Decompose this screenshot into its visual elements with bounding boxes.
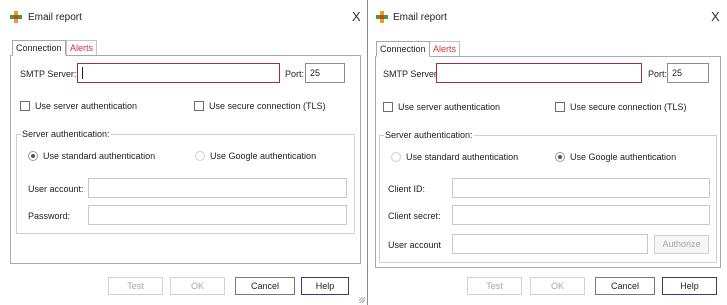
google-auth-label: Use Google authentication bbox=[210, 151, 317, 161]
help-button[interactable]: Help bbox=[301, 277, 349, 295]
standard-auth-label: Use standard authentication bbox=[43, 151, 156, 161]
tls-checkbox-label: Use secure connection (TLS) bbox=[209, 101, 326, 111]
window-title: Email report bbox=[393, 12, 447, 23]
google-auth-radio[interactable] bbox=[555, 152, 565, 162]
window-title: Email report bbox=[28, 12, 82, 23]
server-auth-group-title: Server authentication: bbox=[21, 129, 111, 139]
test-button[interactable]: Test bbox=[467, 277, 522, 295]
standard-auth-radio[interactable] bbox=[28, 151, 38, 161]
user-account-input[interactable] bbox=[88, 178, 347, 198]
text-caret bbox=[82, 67, 83, 79]
client-secret-label: Client secret: bbox=[388, 211, 441, 221]
standard-auth-label: Use standard authentication bbox=[406, 152, 519, 162]
title-bar: Email report X bbox=[0, 0, 367, 36]
email-report-dialog-right: Email report X Connection Alerts SMTP Se… bbox=[369, 0, 727, 305]
google-auth-label: Use Google authentication bbox=[570, 152, 677, 162]
tab-connection[interactable]: Connection bbox=[12, 40, 66, 56]
tls-checkbox-label: Use secure connection (TLS) bbox=[570, 102, 687, 112]
ok-button[interactable]: OK bbox=[170, 277, 225, 295]
password-label: Password: bbox=[28, 211, 71, 221]
app-icon bbox=[376, 11, 388, 23]
client-id-input[interactable] bbox=[452, 178, 710, 198]
smtp-server-label: SMTP Server: bbox=[20, 69, 77, 79]
server-auth-checkbox[interactable] bbox=[383, 102, 393, 112]
cancel-button[interactable]: Cancel bbox=[595, 277, 655, 295]
test-button[interactable]: Test bbox=[108, 277, 163, 295]
port-input[interactable]: 25 bbox=[305, 63, 345, 83]
close-button[interactable]: X bbox=[352, 9, 361, 24]
client-secret-input[interactable] bbox=[452, 205, 710, 225]
tls-checkbox[interactable] bbox=[194, 101, 204, 111]
cancel-button[interactable]: Cancel bbox=[235, 277, 295, 295]
ok-button[interactable]: OK bbox=[530, 277, 585, 295]
help-button[interactable]: Help bbox=[662, 277, 717, 295]
close-button[interactable]: X bbox=[711, 9, 720, 24]
client-id-label: Client ID: bbox=[388, 184, 426, 194]
server-auth-checkbox-label: Use server authentication bbox=[398, 102, 501, 112]
server-auth-checkbox-label: Use server authentication bbox=[35, 101, 138, 111]
title-bar: Email report X bbox=[369, 0, 727, 36]
smtp-server-input[interactable] bbox=[436, 63, 642, 83]
port-input[interactable]: 25 bbox=[667, 63, 709, 83]
user-account-input[interactable] bbox=[452, 234, 648, 254]
app-icon bbox=[10, 11, 22, 23]
resize-grip[interactable] bbox=[359, 297, 365, 303]
user-account-label: User account: bbox=[28, 184, 84, 194]
smtp-server-input[interactable] bbox=[77, 63, 280, 83]
server-auth-group-title: Server authentication: bbox=[384, 130, 474, 140]
port-label: Port: bbox=[648, 69, 668, 79]
smtp-server-label: SMTP Server: bbox=[383, 69, 440, 79]
port-label: Port: bbox=[285, 69, 305, 79]
authorize-button[interactable]: Authorize bbox=[654, 235, 709, 254]
tab-alerts[interactable]: Alerts bbox=[66, 40, 98, 56]
tls-checkbox[interactable] bbox=[555, 102, 565, 112]
user-account-label: User account bbox=[388, 240, 442, 250]
tab-alerts[interactable]: Alerts bbox=[429, 41, 461, 57]
server-auth-checkbox[interactable] bbox=[20, 101, 30, 111]
google-auth-radio[interactable] bbox=[195, 151, 205, 161]
email-report-dialog-left: Email report X Connection Alerts SMTP Se… bbox=[0, 0, 368, 305]
tab-connection[interactable]: Connection bbox=[376, 41, 430, 57]
password-input[interactable] bbox=[88, 205, 347, 225]
standard-auth-radio[interactable] bbox=[391, 152, 401, 162]
